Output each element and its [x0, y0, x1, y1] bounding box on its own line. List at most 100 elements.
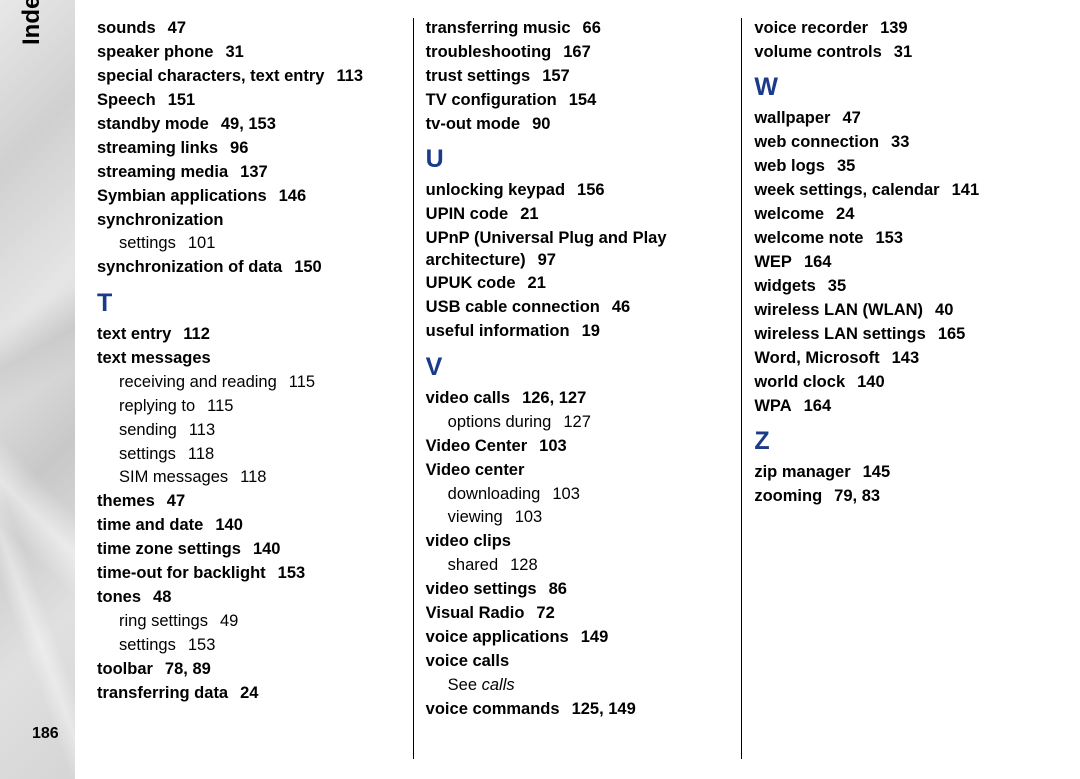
index-entry: USB cable connection46 [426, 297, 730, 318]
index-term: streaming media [97, 163, 228, 181]
index-pages: 48 [153, 588, 171, 606]
index-subentry: settings 118 [97, 444, 401, 465]
index-pages: 140 [253, 540, 281, 558]
index-subentry: replying to115 [97, 396, 401, 417]
index-pages: 137 [240, 163, 268, 181]
index-entry: zooming79, 83 [754, 486, 1058, 507]
index-entry: welcome note 153 [754, 228, 1058, 249]
index-term: wireless LAN (WLAN) [754, 301, 923, 319]
index-subterm: settings [119, 445, 176, 463]
index-entry: week settings, calendar141 [754, 180, 1058, 201]
index-entry: trust settings157 [426, 66, 730, 87]
index-term: widgets [754, 277, 815, 295]
page-number: 186 [32, 725, 59, 743]
index-entry: world clock140 [754, 372, 1058, 393]
see-target: calls [482, 676, 515, 694]
index-entry: Visual Radio72 [426, 603, 730, 624]
index-subpages: 153 [188, 636, 216, 654]
index-term: trust settings [426, 67, 531, 85]
index-subentry: options during127 [426, 412, 730, 433]
index-entry: welcome24 [754, 204, 1058, 225]
index-subpages: 49 [220, 612, 238, 630]
section-letter: Z [754, 427, 1058, 456]
column-3: voice recorder139volume controls31Wwallp… [741, 18, 1070, 759]
index-entry: text entry112 [97, 324, 401, 345]
index-term: wireless LAN settings [754, 325, 925, 343]
index-entry: widgets35 [754, 276, 1058, 297]
index-term: tv-out mode [426, 115, 520, 133]
index-term: streaming links [97, 139, 218, 157]
index-term: troubleshooting [426, 43, 552, 61]
index-entry: tones48 [97, 587, 401, 608]
index-subpages: 128 [510, 556, 538, 574]
index-entry: streaming links96 [97, 138, 401, 159]
index-pages: 151 [168, 91, 196, 109]
index-pages: 154 [569, 91, 597, 109]
index-term: zip manager [754, 463, 850, 481]
index-pages: 72 [536, 604, 554, 622]
index-subpages: 127 [563, 413, 591, 431]
index-entry: video calls126, 127 [426, 388, 730, 409]
index-term: welcome note [754, 229, 863, 247]
index-pages: 140 [215, 516, 243, 534]
index-pages: 140 [857, 373, 885, 391]
background-strip: Index 186 [0, 0, 75, 779]
index-entry: voice commands125, 149 [426, 699, 730, 720]
index-term: Video center [426, 461, 525, 479]
index-subpages: 113 [189, 421, 215, 439]
index-subpages: 101 [188, 234, 216, 252]
index-term: video settings [426, 580, 537, 598]
index-term: video calls [426, 389, 510, 407]
index-term: volume controls [754, 43, 881, 61]
index-pages: 40 [935, 301, 953, 319]
index-entry: useful information19 [426, 321, 730, 342]
index-term: time and date [97, 516, 203, 534]
index-term: special characters, text entry [97, 67, 324, 85]
index-pages: 112 [183, 325, 210, 343]
index-pages: 156 [577, 181, 605, 199]
index-term: time zone settings [97, 540, 241, 558]
index-entry: unlocking keypad156 [426, 180, 730, 201]
index-subpages: 103 [552, 485, 580, 503]
index-entry: synchronization [97, 210, 401, 231]
index-pages: 97 [538, 251, 556, 269]
index-entry: UPnP (Universal Plug and Play architectu… [426, 228, 730, 271]
index-subpages: 115 [289, 373, 315, 391]
index-entry: streaming media 137 [97, 162, 401, 183]
index-pages: 145 [863, 463, 891, 481]
index-pages: 164 [804, 397, 832, 415]
index-subentry: sending113 [97, 420, 401, 441]
index-pages: 21 [520, 205, 538, 223]
index-pages: 164 [804, 253, 832, 271]
index-entry: TV configuration154 [426, 90, 730, 111]
index-pages: 24 [836, 205, 854, 223]
index-term: transferring data [97, 684, 228, 702]
index-entry: wireless LAN (WLAN) 40 [754, 300, 1058, 321]
index-pages: 103 [539, 437, 567, 455]
index-pages: 143 [892, 349, 920, 367]
index-entry: speaker phone31 [97, 42, 401, 63]
index-subentry: receiving and reading115 [97, 372, 401, 393]
index-entry: Word, Microsoft143 [754, 348, 1058, 369]
index-term: Speech [97, 91, 156, 109]
index-pages: 79, 83 [834, 487, 880, 505]
index-term: text messages [97, 349, 211, 367]
index-term: standby mode [97, 115, 209, 133]
index-subterm: viewing [448, 508, 503, 526]
index-subpages: 118 [188, 445, 214, 463]
index-entry: WEP164 [754, 252, 1058, 273]
index-pages: 153 [875, 229, 903, 247]
index-pages: 150 [294, 258, 322, 276]
see-prefix: See [448, 676, 482, 694]
section-letter: T [97, 289, 401, 318]
index-entry: time-out for backlight153 [97, 563, 401, 584]
index-pages: 33 [891, 133, 909, 151]
index-term: sounds [97, 19, 156, 37]
index-entry: Video Center103 [426, 436, 730, 457]
index-pages: 47 [168, 19, 186, 37]
index-entry: UPUK code21 [426, 273, 730, 294]
section-letter: U [426, 145, 730, 174]
index-entry: wireless LAN settings165 [754, 324, 1058, 345]
index-subentry: settings153 [97, 635, 401, 656]
index-entry: time zone settings 140 [97, 539, 401, 560]
